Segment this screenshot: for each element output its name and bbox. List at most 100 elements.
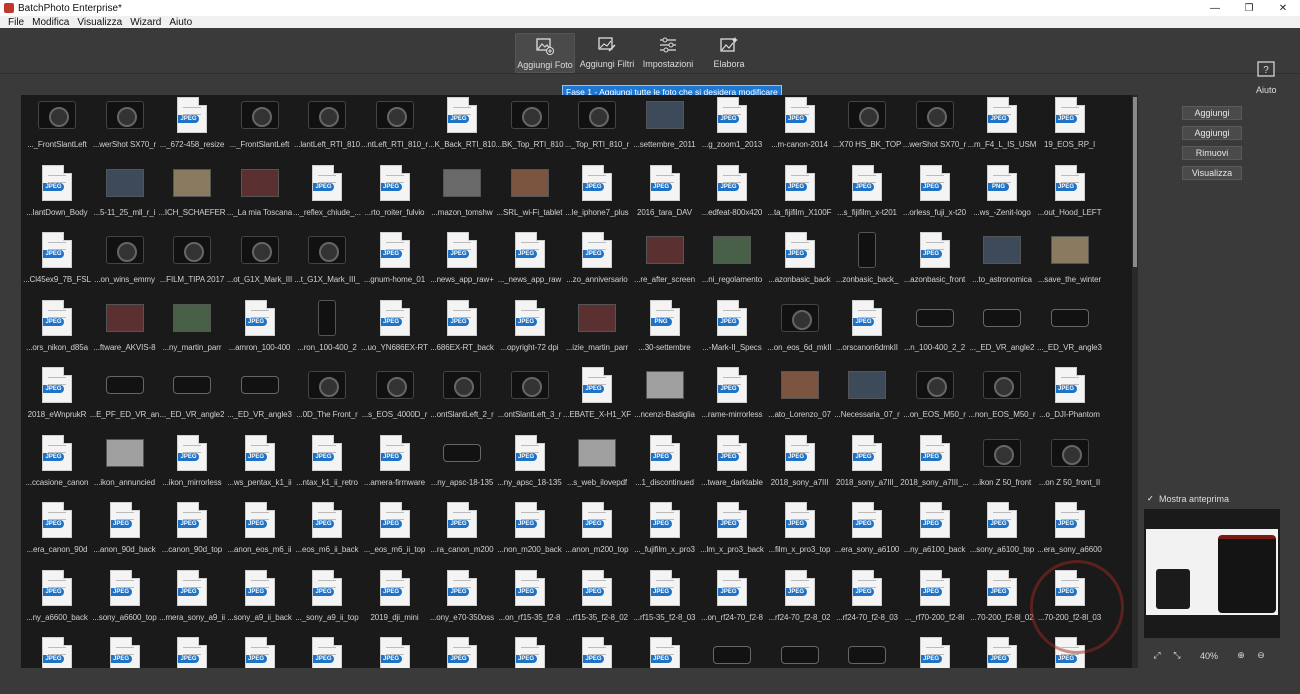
thumbnail-item[interactable]: JPEG 2018_eWnprukR	[24, 365, 90, 433]
thumbnail-item[interactable]: ...E_PF_ED_VR_an	[90, 365, 159, 433]
thumbnail-item[interactable]: JPEG ...non_m200_back	[497, 500, 563, 568]
thumbnail-item[interactable]: JPEG ...ta_fijifilm_X100F	[767, 163, 833, 231]
view-button[interactable]: Visualizza	[1182, 166, 1242, 180]
thumbnail-item[interactable]: JPEG ...opyright-72 dpi	[497, 298, 563, 366]
thumbnail-item[interactable]: JPEG ...zo_anniversario	[564, 230, 630, 298]
thumbnail-item[interactable]: JPEG 2019_dji_mini	[362, 568, 428, 636]
thumbnail-item[interactable]: JPEG ...edfeat-800x420	[699, 163, 765, 231]
thumbnail-item[interactable]: JPEG	[362, 635, 428, 668]
thumbnail-item[interactable]: ...save_the_winter	[1037, 230, 1103, 298]
thumbnail-item[interactable]: JPEG ..._rf70-200_f2-8l	[902, 568, 968, 636]
thumbnail-item[interactable]: ...SRL_wi-Fi_tablet	[497, 163, 563, 231]
thumbnail-item[interactable]: JPEG ...rf15-35_f2-8_03	[632, 568, 698, 636]
thumbnail-item[interactable]: ...on_EOS_M50_r	[902, 365, 968, 433]
thumbnail-item[interactable]: ...0D_The Front_r	[294, 365, 360, 433]
thumbnail-item[interactable]: JPEG	[294, 635, 360, 668]
thumbnail-item[interactable]: ...lantLeft_RTI_810	[294, 95, 360, 163]
thumbnail-item[interactable]: JPEG ...azonbasic_back	[767, 230, 833, 298]
fit-icon[interactable]: ⤢	[1152, 650, 1162, 661]
thumbnail-item[interactable]: JPEG ...orless_fuji_x-t20	[902, 163, 968, 231]
close-icon[interactable]: ✕	[1266, 0, 1300, 16]
thumbnail-item[interactable]: JPEG ...anon_90d_back	[92, 500, 158, 568]
thumbnail-item[interactable]: JPEG ...1_discontinued	[632, 433, 698, 501]
zoom-out-icon[interactable]: ⊖	[1256, 650, 1266, 661]
add-photos-button[interactable]: Aggiungi Foto	[515, 33, 575, 73]
thumbnail-item[interactable]: JPEG ...era_sony_a6100	[834, 500, 900, 568]
thumbnail-item[interactable]: JPEG ...mera_sony_a9_ii	[159, 568, 225, 636]
thumbnail-item[interactable]: JPEG ...orscanon6dmkII	[834, 298, 900, 366]
thumbnail-item[interactable]: JPEG ...le_iphone7_plus	[564, 163, 630, 231]
thumbnail-item[interactable]: ...X70 HS_BK_TOP	[833, 95, 901, 163]
thumbnail-item[interactable]: ...ny_martin_parr	[159, 298, 225, 366]
zoom-in-icon[interactable]: ⊕	[1236, 650, 1246, 661]
thumbnail-item[interactable]: JPEG ...ony_e70-350oss	[429, 568, 495, 636]
thumbnail-item[interactable]: JPEG ...on_rf15-35_f2-8	[497, 568, 563, 636]
thumbnail-item[interactable]: ...ontSlantLeft_3_r	[497, 365, 563, 433]
thumbnail-item[interactable]: JPEG ...rf24-70_f2-8_02	[767, 568, 833, 636]
thumbnail-item[interactable]: ...ot_G1X_Mark_III	[227, 230, 293, 298]
thumbnail-item[interactable]: JPEG ...anon_eos_m6_ii	[227, 500, 293, 568]
thumbnail-item[interactable]: ...zonbasic_back_	[834, 230, 900, 298]
help-button[interactable]: ? Aiuto	[1256, 61, 1277, 95]
expand-icon[interactable]: ⤡	[1172, 650, 1182, 661]
thumbnail-item[interactable]: ..._ED_VR_angle2	[969, 298, 1035, 366]
thumbnail-item[interactable]: JPEG	[564, 635, 630, 668]
thumbnail-item[interactable]: ...ikon_annuncied	[92, 433, 158, 501]
thumbnail-item[interactable]: JPEG ...gnum-home_01	[362, 230, 428, 298]
thumbnail-item[interactable]: JPEG 2016_tara_DAV	[632, 163, 698, 231]
thumbnail-item[interactable]: ...ntLeft_RTI_810_r	[361, 95, 428, 163]
thumbnail-item[interactable]: ...ikon Z 50_front	[969, 433, 1035, 501]
thumbnail-item[interactable]: ..._ED_VR_angle3	[1037, 298, 1103, 366]
thumbnail-item[interactable]: ...BK_Top_RTI_810	[496, 95, 564, 163]
thumbnail-item[interactable]: ...mazon_tomshw	[429, 163, 495, 231]
thumbnail-item[interactable]: JPEG ...ikon_mirrorless	[159, 433, 225, 501]
thumbnail-item[interactable]: JPEG ...s_fijifilm_x-t201	[834, 163, 900, 231]
menu-aiuto[interactable]: Aiuto	[165, 17, 196, 28]
thumbnail-item[interactable]: JPEG ...Cl45ex9_7B_FSL	[23, 230, 91, 298]
thumbnail-item[interactable]: ...ato_Lorenzo_07	[767, 365, 833, 433]
thumbnail-item[interactable]: JPEG	[227, 635, 293, 668]
thumbnail-item[interactable]: JPEG ..._news_app_raw	[497, 230, 563, 298]
thumbnail-item[interactable]: JPEG ...rto_roiter_fulvio	[362, 163, 428, 231]
thumbnail-item[interactable]: JPEG ..._eos_m6_ii_top	[362, 500, 428, 568]
thumbnail-item[interactable]: ...s_web_ilovepdf	[564, 433, 630, 501]
thumbnail-item[interactable]: JPEG	[632, 635, 698, 668]
thumbnail-item[interactable]: JPEG ..._reflex_chiude_...	[293, 163, 361, 231]
thumbnail-item[interactable]: ...s_EOS_4000D_r	[362, 365, 428, 433]
thumbnail-item[interactable]: JPEG	[497, 635, 563, 668]
add-button[interactable]: Aggiungi	[1182, 106, 1242, 120]
thumbnail-item[interactable]: ...to_astronomica	[969, 230, 1035, 298]
thumbnail-item[interactable]: JPEG 2018_sony_a7III_...	[900, 433, 969, 501]
thumbnail-item[interactable]: JPEG ...K_Back_RTI_810	[428, 95, 496, 163]
thumbnail-item[interactable]: JPEG 2018_sony_a7III	[767, 433, 833, 501]
thumbnail-item[interactable]: ..._FrontSlantLeft	[227, 95, 293, 163]
thumbnail-item[interactable]: ...ron_100-400_2	[294, 298, 360, 366]
thumbnail-item[interactable]: ...ICH_SCHAEFER	[159, 163, 226, 231]
thumbnail-item[interactable]: JPEG ...rf24-70_f2-8_03	[834, 568, 900, 636]
thumbnail-item[interactable]: JPEG ...ny_a6600_back	[24, 568, 90, 636]
thumbnail-item[interactable]: ...settembre_2011	[632, 95, 698, 163]
thumbnail-item[interactable]: JPEG ...anon_m200_top	[564, 500, 630, 568]
thumbnail-item[interactable]: ..._La mia Toscana	[227, 163, 293, 231]
menu-wizard[interactable]: Wizard	[126, 17, 165, 28]
thumbnail-item[interactable]: ...n_100-400_2_2	[902, 298, 968, 366]
scrollbar-thumb[interactable]	[1133, 97, 1137, 267]
thumbnail-item[interactable]: ...ni_regolamento	[699, 230, 765, 298]
thumbnail-item[interactable]: JPEG ...uo_YN686EX-RT	[361, 298, 428, 366]
thumbnail-item[interactable]: JPEG ...ccasione_canon	[24, 433, 90, 501]
thumbnail-item[interactable]: ..._ED_VR_angle3	[227, 365, 293, 433]
remove-button[interactable]: Rimuovi	[1182, 146, 1242, 160]
thumbnail-item[interactable]: JPEG	[969, 635, 1035, 668]
thumbnail-item[interactable]: ...on_eos_6d_mkII	[767, 298, 833, 366]
thumbnail-item[interactable]: JPEG ...-Mark-II_Specs	[699, 298, 765, 366]
thumbnail-item[interactable]	[834, 635, 900, 668]
vertical-scrollbar[interactable]	[1132, 95, 1138, 668]
thumbnail-item[interactable]: JPEG ...m_F4_L_IS_USM	[968, 95, 1036, 163]
thumbnail-item[interactable]: ...ncenzi-Bastiglia	[632, 365, 698, 433]
thumbnail-item[interactable]: JPEG	[159, 635, 225, 668]
thumbnail-grid[interactable]: ..._FrontSlantLeft ...werShot SX70_r JPEG.…	[21, 95, 1138, 668]
thumbnail-item[interactable]: JPEG ..._sony_a9_ii_top	[294, 568, 360, 636]
thumbnail-item[interactable]: ...on Z 50_front_II	[1037, 433, 1103, 501]
add-filters-button[interactable]: Aggiungi Filtri	[578, 33, 636, 73]
thumbnail-item[interactable]: JPEG ...canon_90d_top	[159, 500, 225, 568]
